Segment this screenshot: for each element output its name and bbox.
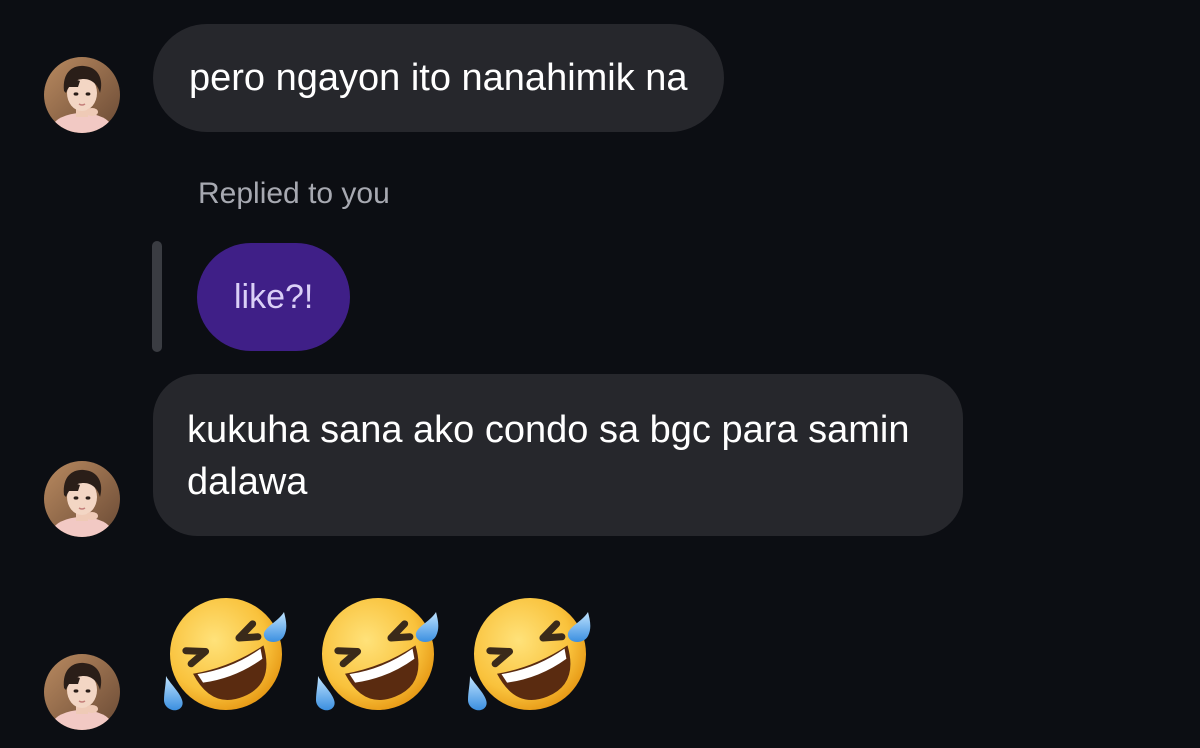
message-bubble[interactable]: kukuha sana ako condo sa bgc para samin …	[153, 374, 963, 536]
message-text: kukuha sana ako condo sa bgc para samin …	[187, 409, 910, 503]
sender-avatar[interactable]	[44, 654, 120, 730]
quoted-message-text: like?!	[234, 278, 314, 316]
rolling-on-the-floor-laughing-emoji-icon	[312, 588, 444, 720]
reply-label: Replied to you	[198, 177, 390, 210]
emoji-message[interactable]	[160, 588, 596, 718]
message-text: pero ngayon ito nanahimik na	[189, 57, 688, 99]
rolling-on-the-floor-laughing-emoji-icon	[464, 588, 596, 720]
message-bubble[interactable]: pero ngayon ito nanahimik na	[153, 24, 724, 132]
quoted-message-bubble[interactable]: like?!	[197, 243, 351, 351]
sender-avatar[interactable]	[44, 57, 120, 133]
sender-avatar[interactable]	[44, 461, 120, 537]
reply-indicator-bar	[152, 241, 162, 352]
rolling-on-the-floor-laughing-emoji-icon	[160, 588, 292, 720]
